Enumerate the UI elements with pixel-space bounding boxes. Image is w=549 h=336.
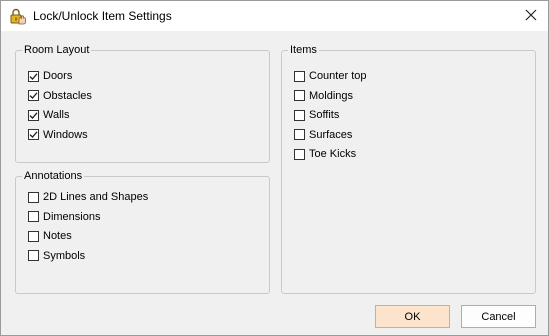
title-bar: Lock/Unlock Item Settings bbox=[1, 1, 548, 31]
close-button[interactable] bbox=[514, 1, 548, 31]
checkbox-label: 2D Lines and Shapes bbox=[43, 191, 149, 203]
ok-button[interactable]: OK bbox=[375, 305, 450, 328]
dialog-window: Lock/Unlock Item Settings Room Layout Do… bbox=[0, 0, 549, 336]
dialog-title: Lock/Unlock Item Settings bbox=[33, 9, 172, 23]
room-layout-doors-checkbox[interactable]: Doors bbox=[28, 69, 72, 83]
checkbox-box[interactable] bbox=[294, 70, 305, 82]
checkbox-label: Toe Kicks bbox=[309, 148, 357, 160]
checkbox-box[interactable] bbox=[294, 129, 305, 140]
annotations-title: Annotations bbox=[22, 169, 85, 183]
checkbox-box[interactable] bbox=[28, 230, 39, 242]
checkbox-box[interactable] bbox=[28, 109, 39, 121]
room-layout-walls-checkbox[interactable]: Walls bbox=[28, 108, 69, 122]
checkmark-icon bbox=[29, 131, 38, 138]
checkbox-label: Soffits bbox=[309, 109, 340, 121]
checkbox-box[interactable] bbox=[28, 211, 39, 222]
items-group: Items Counter top Moldings Soffits Surfaces… bbox=[281, 43, 536, 294]
cancel-button[interactable]: Cancel bbox=[461, 305, 536, 328]
checkbox-label: Surfaces bbox=[309, 128, 353, 141]
checkbox-label: Dimensions bbox=[43, 210, 101, 223]
checkbox-label: Notes bbox=[43, 230, 72, 242]
annotations-symbols-checkbox[interactable]: Symbols bbox=[28, 249, 85, 263]
checkmark-icon bbox=[29, 92, 38, 99]
checkbox-box[interactable] bbox=[28, 70, 39, 82]
checkbox-box[interactable] bbox=[28, 90, 39, 101]
checkbox-label: Moldings bbox=[309, 89, 354, 102]
room-layout-obstacles-checkbox[interactable]: Obstacles bbox=[28, 89, 92, 103]
close-icon bbox=[525, 9, 537, 24]
checkbox-box[interactable] bbox=[294, 148, 305, 160]
room-layout-title: Room Layout bbox=[22, 43, 92, 57]
checkbox-label: Windows bbox=[43, 128, 88, 141]
checkbox-label: Doors bbox=[43, 70, 73, 82]
room-layout-windows-checkbox[interactable]: Windows bbox=[28, 128, 88, 142]
items-title: Items bbox=[288, 43, 319, 57]
checkbox-label: Walls bbox=[43, 109, 70, 121]
checkbox-box[interactable] bbox=[28, 129, 39, 140]
annotations-notes-checkbox[interactable]: Notes bbox=[28, 229, 72, 243]
checkbox-label: Counter top bbox=[309, 70, 367, 82]
annotations-group: Annotations 2D Lines and Shapes Dimension… bbox=[15, 169, 270, 294]
items-counter-top-checkbox[interactable]: Counter top bbox=[294, 69, 366, 83]
checkbox-label: Symbols bbox=[43, 249, 86, 262]
checkmark-icon bbox=[29, 111, 38, 119]
checkmark-icon bbox=[29, 72, 38, 80]
annotations-dimensions-checkbox[interactable]: Dimensions bbox=[28, 210, 100, 224]
items-soffits-checkbox[interactable]: Soffits bbox=[294, 108, 339, 122]
room-layout-group: Room Layout Doors Obstacles Walls Windows bbox=[15, 43, 270, 163]
checkbox-box[interactable] bbox=[294, 90, 305, 101]
items-toe-kicks-checkbox[interactable]: Toe Kicks bbox=[294, 147, 356, 161]
items-moldings-checkbox[interactable]: Moldings bbox=[294, 89, 353, 103]
items-surfaces-checkbox[interactable]: Surfaces bbox=[294, 128, 352, 142]
checkbox-box[interactable] bbox=[28, 191, 39, 203]
checkbox-label: Obstacles bbox=[43, 89, 92, 102]
annotations-2d-lines-and-shapes-checkbox[interactable]: 2D Lines and Shapes bbox=[28, 190, 148, 204]
checkbox-box[interactable] bbox=[294, 109, 305, 121]
lock-hand-icon bbox=[9, 8, 27, 25]
checkbox-box[interactable] bbox=[28, 250, 39, 261]
